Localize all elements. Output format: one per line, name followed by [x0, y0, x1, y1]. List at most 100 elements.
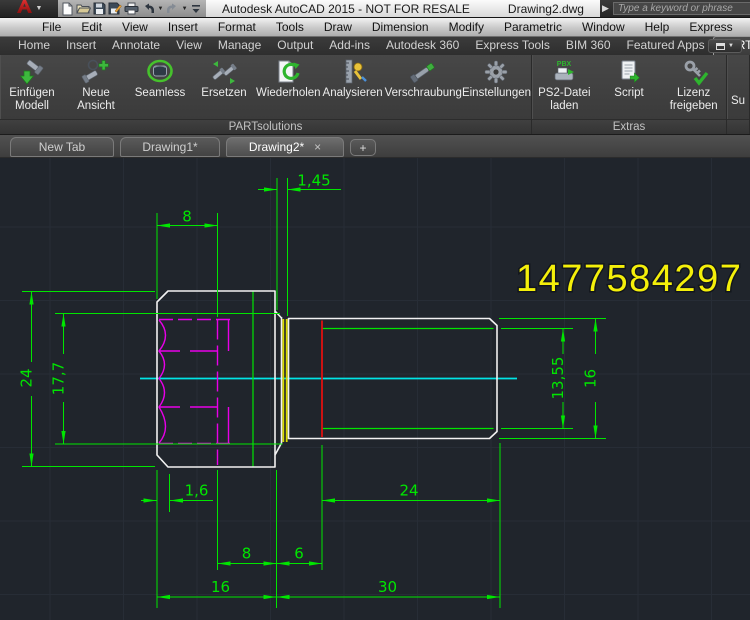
release-license-label: Lizenz freigeben — [670, 87, 718, 113]
drawing-geometry: 1477584297 — [0, 158, 750, 620]
window-title: Autodesk AutoCAD 2015 - NOT FOR RESALE D… — [206, 0, 600, 17]
release-license-button[interactable]: Lizenz freigeben — [661, 55, 726, 119]
menu-edit[interactable]: Edit — [71, 18, 112, 37]
ribbon-group-partsolutions: Einfügen Modell Neue Ansicht Seamless — [0, 55, 532, 134]
menu-parametric[interactable]: Parametric — [494, 18, 572, 37]
app-title-text: Autodesk AutoCAD 2015 - NOT FOR RESALE — [222, 2, 470, 16]
screw-connection-label: Verschraubung — [385, 87, 462, 100]
ps2-file-load-label: PS2-Datei laden — [538, 87, 590, 113]
ribbon-tab-addins[interactable]: Add-ins — [321, 37, 378, 55]
doc-tab-label: New Tab — [39, 140, 85, 154]
menu-dimension[interactable]: Dimension — [362, 18, 439, 37]
settings-gear-icon — [480, 58, 512, 86]
menu-draw[interactable]: Draw — [314, 18, 362, 37]
replace-label: Ersetzen — [201, 87, 246, 100]
ribbon-group-label-extras[interactable]: Extras — [532, 119, 726, 134]
replace-button[interactable]: Ersetzen — [192, 55, 256, 119]
dimensions — [22, 178, 606, 608]
ribbon-tab-expresstools[interactable]: Express Tools — [467, 37, 557, 55]
dim-shank-length: 8 — [242, 545, 252, 563]
infocenter-toggle-icon[interactable]: ▶ — [602, 4, 609, 13]
settings-label: Einstellungen — [462, 87, 531, 100]
release-license-icon — [678, 58, 710, 86]
ribbon-tab-featuredapps[interactable]: Featured Apps — [619, 37, 713, 55]
new-file-icon[interactable] — [61, 1, 74, 16]
ribbon-tab-manage[interactable]: Manage — [210, 37, 269, 55]
screw-connection-button[interactable]: Verschraubung — [385, 55, 462, 119]
ps2-file-load-button[interactable]: PBX PS2-Datei laden — [532, 55, 597, 119]
ribbon-tab-bar: Home Insert Annotate View Manage Output … — [0, 37, 750, 55]
replace-icon — [208, 58, 240, 86]
drawing-canvas[interactable]: 1477584297 — [0, 158, 750, 620]
menu-express[interactable]: Express — [679, 18, 742, 37]
app-menu-button[interactable]: ▼ — [0, 0, 58, 17]
ribbon-tab-autodesk360[interactable]: Autodesk 360 — [378, 37, 467, 55]
doc-tab-new-tab[interactable]: New Tab — [10, 137, 114, 157]
ribbon: Einfügen Modell Neue Ansicht Seamless — [0, 55, 750, 135]
repeat-label: Wiederholen — [256, 87, 321, 100]
undo-dropdown-icon[interactable]: ▼ — [157, 6, 163, 12]
menu-window[interactable]: Window — [572, 18, 635, 37]
document-tab-bar: New Tab Drawing1* Drawing2* × + — [0, 135, 750, 158]
dim-head-across-flats: 17,7 — [50, 362, 68, 395]
analyze-icon — [337, 58, 369, 86]
close-tab-icon[interactable]: × — [314, 141, 321, 153]
script-button[interactable]: Script — [597, 55, 662, 119]
dimension-texts: 8 1,45 24 17,7 1,6 24 8 6 16 30 13,55 16 — [18, 172, 600, 597]
undo-icon[interactable] — [141, 1, 155, 16]
dim-head-across-corners: 24 — [18, 368, 36, 387]
dim-neck-length: 6 — [294, 545, 304, 563]
analyze-label: Analysieren — [323, 87, 383, 100]
redo-dropdown-icon[interactable]: ▼ — [182, 6, 188, 12]
dim-thread-minor-dia: 13,55 — [549, 357, 567, 400]
autocad-window: ▼ ▼ ▼ — [0, 0, 750, 620]
customize-qat-icon[interactable] — [190, 1, 203, 16]
ribbon-tab-bim360[interactable]: BIM 360 — [558, 37, 619, 55]
plot-icon[interactable] — [124, 1, 139, 16]
save-as-icon[interactable] — [108, 1, 122, 16]
doc-tab-drawing1[interactable]: Drawing1* — [120, 137, 220, 157]
infocenter: ▶ — [600, 0, 750, 17]
insert-model-button[interactable]: Einfügen Modell — [0, 55, 64, 119]
ribbon-tab-output[interactable]: Output — [269, 37, 321, 55]
new-view-label: Neue Ansicht — [77, 87, 115, 113]
menu-help[interactable]: Help — [635, 18, 680, 37]
settings-button[interactable]: Einstellungen — [462, 55, 531, 119]
menu-modify[interactable]: Modify — [439, 18, 494, 37]
analyze-button[interactable]: Analysieren — [321, 55, 385, 119]
seamless-label: Seamless — [135, 87, 186, 100]
overflow-button[interactable]: Su — [727, 55, 749, 119]
seamless-button[interactable]: Seamless — [128, 55, 192, 119]
menu-insert[interactable]: Insert — [158, 18, 208, 37]
repeat-icon — [272, 58, 304, 86]
panel-icon — [716, 43, 725, 50]
ribbon-tab-annotate[interactable]: Annotate — [104, 37, 168, 55]
open-folder-icon[interactable] — [76, 1, 91, 16]
menu-tools[interactable]: Tools — [266, 18, 314, 37]
menu-format[interactable]: Format — [208, 18, 266, 37]
ribbon-tab-insert[interactable]: Insert — [58, 37, 104, 55]
repeat-button[interactable]: Wiederholen — [256, 55, 321, 119]
menu-file[interactable]: File — [32, 18, 71, 37]
hidden-thread-lines — [159, 320, 233, 466]
menu-view[interactable]: View — [112, 18, 158, 37]
save-icon[interactable] — [93, 1, 106, 16]
search-input[interactable] — [613, 2, 750, 15]
document-name-text: Drawing2.dwg — [508, 2, 584, 16]
doc-tab-label: Drawing1* — [142, 140, 197, 154]
new-drawing-tab-button[interactable]: + — [350, 139, 376, 156]
doc-tab-drawing2[interactable]: Drawing2* × — [226, 137, 344, 157]
doc-tab-label: Drawing2* — [249, 140, 304, 154]
autocad-logo-icon — [16, 0, 33, 19]
ribbon-tab-home[interactable]: Home — [10, 37, 58, 55]
script-icon — [613, 58, 645, 86]
redo-icon[interactable] — [166, 1, 180, 16]
ribbon-group-label-partsolutions[interactable]: PARTsolutions — [0, 119, 531, 134]
new-view-button[interactable]: Neue Ansicht — [64, 55, 128, 119]
dim-chamfer-width: 1,6 — [185, 482, 209, 500]
insert-model-icon — [16, 58, 48, 86]
ribbon-minimize-caret-icon: ▼ — [728, 43, 734, 49]
ribbon-minimize-button[interactable]: ▼ — [708, 39, 742, 53]
ribbon-tab-view[interactable]: View — [168, 37, 210, 55]
washer-face-lines — [283, 319, 286, 442]
